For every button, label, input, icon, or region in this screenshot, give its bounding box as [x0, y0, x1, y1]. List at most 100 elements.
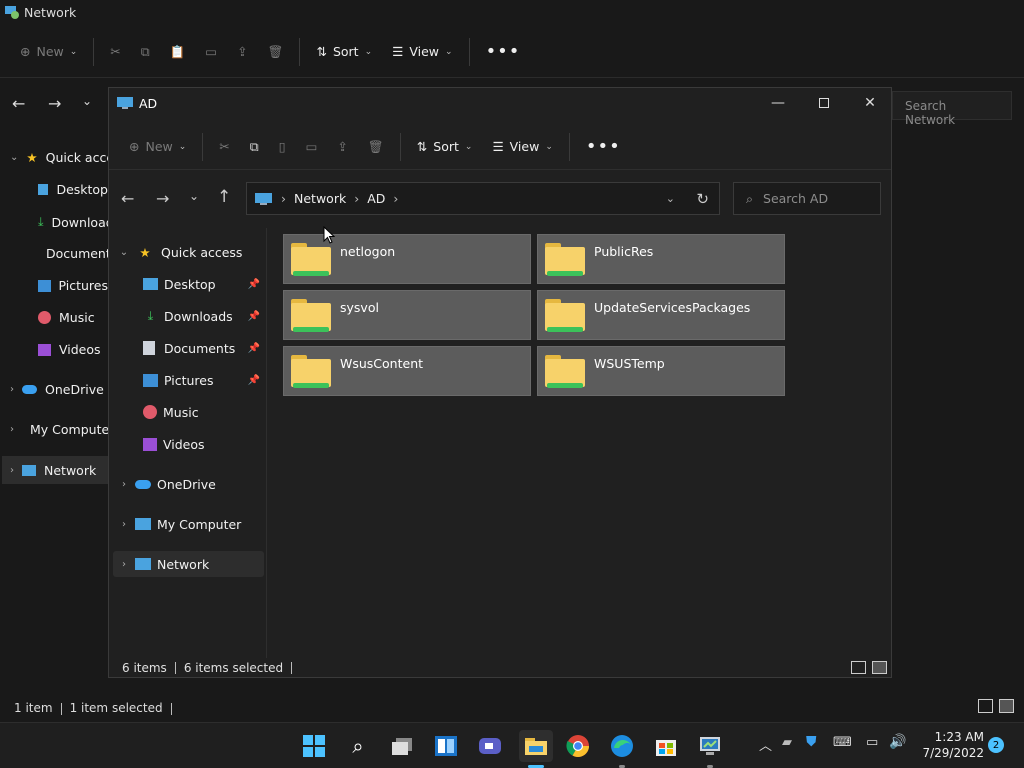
up-icon[interactable]: ↑	[217, 187, 231, 207]
search-icon[interactable]: ⌕	[343, 731, 373, 761]
bg-nav-videos[interactable]: Videos	[38, 342, 108, 357]
bg-nav-downloads[interactable]: ⤓ Downloads	[38, 214, 108, 230]
defender-shield-icon[interactable]: ⛊	[806, 734, 817, 750]
clock-date: 7/29/2022	[922, 746, 984, 760]
content-area: netlogon PublicRes sysvol UpdateServices…	[269, 228, 891, 658]
new-button[interactable]: ⊕ New ⌄	[119, 130, 196, 164]
nav-my-computer[interactable]: › My Computer	[113, 511, 264, 537]
more-options-button[interactable]: •••	[576, 130, 631, 164]
tiles-view-icon[interactable]	[872, 661, 887, 674]
view-button[interactable]: ☰ View ⌄	[482, 130, 562, 164]
recent-locations-icon[interactable]: ⌄	[189, 189, 199, 203]
bg-nav-onedrive[interactable]: › OneDrive	[10, 382, 108, 397]
delete-icon: 🗑	[367, 138, 384, 154]
close-button[interactable]: ✕	[847, 88, 891, 118]
nav-label: My Computer	[157, 516, 242, 532]
forward-icon[interactable]: →	[156, 189, 169, 208]
widgets-icon[interactable]	[431, 731, 461, 761]
show-hidden-icons-icon[interactable]: ︿	[759, 735, 772, 754]
bg-copy-button[interactable]: ⧉	[131, 35, 160, 69]
search-input[interactable]: ⌕ Search AD	[733, 182, 881, 215]
network-status-icon[interactable]: ▭	[866, 735, 878, 750]
bg-forward-icon[interactable]: →	[48, 94, 61, 113]
refresh-icon[interactable]: ↻	[696, 190, 709, 208]
address-dropdown-icon[interactable]: ⌄	[666, 192, 675, 205]
nav-desktop[interactable]: Desktop 📌	[113, 271, 264, 297]
volume-icon[interactable]: 🔊	[889, 734, 906, 750]
nav-music[interactable]: Music	[113, 399, 264, 425]
bg-rename-button[interactable]: ▭	[195, 35, 227, 69]
network-disconnected-icon[interactable]: ▰	[782, 735, 792, 750]
bg-nav-music[interactable]: Music	[38, 310, 108, 325]
notification-count: 2	[992, 739, 1000, 751]
computer-icon	[255, 192, 272, 205]
view-icon: ☰	[492, 139, 504, 154]
chevron-down-icon: ⌄	[545, 141, 553, 152]
bg-nav-desktop[interactable]: Desktop	[38, 182, 108, 197]
breadcrumb-network[interactable]: Network	[294, 191, 346, 206]
bg-cut-button[interactable]: ✂	[100, 35, 130, 69]
folder-tile[interactable]: PublicRes	[537, 234, 785, 284]
tiles-view-icon[interactable]	[999, 699, 1014, 713]
teams-chat-icon[interactable]	[475, 731, 505, 761]
folder-tile[interactable]: UpdateServicesPackages	[537, 290, 785, 340]
folder-tile[interactable]: sysvol	[283, 290, 531, 340]
bg-recent-icon[interactable]: ⌄	[82, 94, 92, 108]
bg-back-icon[interactable]: ←	[12, 94, 25, 113]
chrome-icon[interactable]	[563, 731, 593, 761]
file-explorer-icon[interactable]	[519, 730, 553, 762]
downloads-icon: ⤓	[147, 308, 154, 323]
nav-network[interactable]: › Network	[113, 551, 264, 577]
sort-button[interactable]: ⇅ Sort ⌄	[407, 130, 483, 164]
bg-more-button[interactable]: •••	[476, 35, 531, 69]
breadcrumb-ad[interactable]: AD	[367, 191, 385, 206]
bg-paste-button[interactable]: 📋	[160, 35, 196, 69]
bg-nav-my-computer[interactable]: › My Computer	[10, 422, 108, 437]
bg-search-input[interactable]: Search Network	[892, 91, 1012, 127]
bg-view-button[interactable]: ☰ View ⌄	[382, 35, 462, 69]
new-label: New	[145, 139, 173, 154]
rename-button[interactable]: ▭	[296, 130, 328, 164]
delete-button[interactable]: 🗑	[358, 130, 394, 164]
copy-button[interactable]: ⧉	[240, 130, 269, 164]
address-bar[interactable]: › Network › AD › ⌄ ↻	[246, 182, 720, 215]
nav-quick-access[interactable]: ⌄ ★ Quick access	[113, 239, 264, 265]
bg-nav-pictures[interactable]: Pictures	[38, 278, 108, 293]
bg-share-button[interactable]: ⇪	[227, 35, 257, 69]
server-manager-icon[interactable]	[695, 731, 725, 761]
pictures-icon	[143, 373, 158, 387]
cut-button[interactable]: ✂	[209, 130, 239, 164]
details-view-icon[interactable]	[851, 661, 866, 674]
star-icon: ★	[26, 150, 38, 165]
nav-onedrive[interactable]: › OneDrive	[113, 471, 264, 497]
nav-downloads[interactable]: ⤓ Downloads 📌	[113, 303, 264, 329]
folder-tile[interactable]: WSUSTemp	[537, 346, 785, 396]
minimize-icon: —	[771, 95, 785, 111]
breadcrumb-separator-icon: ›	[393, 191, 399, 206]
folder-tile[interactable]: netlogon	[283, 234, 531, 284]
paste-button[interactable]: ▯	[269, 130, 296, 164]
bg-new-button[interactable]: ⊕ New ⌄	[0, 35, 87, 69]
nav-documents[interactable]: Documents 📌	[113, 335, 264, 361]
folder-tile[interactable]: WsusContent	[283, 346, 531, 396]
edge-icon[interactable]	[607, 731, 637, 761]
share-button[interactable]: ⇪	[327, 130, 357, 164]
minimize-button[interactable]: —	[755, 88, 801, 118]
bg-nav-quick-access[interactable]: ⌄★Quick access	[10, 150, 108, 165]
details-view-icon[interactable]	[978, 699, 993, 713]
notification-badge[interactable]: 2	[988, 737, 1004, 753]
start-icon[interactable]	[299, 731, 329, 761]
bg-sort-button[interactable]: ⇅ Sort ⌄	[306, 35, 382, 69]
keyboard-icon[interactable]: ⌨	[833, 735, 852, 750]
bg-nav-network[interactable]: › Network	[2, 456, 108, 484]
maximize-button[interactable]	[801, 88, 847, 118]
nav-pictures[interactable]: Pictures 📌	[113, 367, 264, 393]
music-icon	[38, 311, 51, 324]
nav-videos[interactable]: Videos	[113, 431, 264, 457]
task-view-icon[interactable]	[387, 731, 417, 761]
bg-delete-button[interactable]: 🗑	[258, 35, 294, 69]
store-icon[interactable]	[651, 731, 681, 761]
bg-nav-documents[interactable]: Documents	[38, 246, 108, 261]
back-icon[interactable]: ←	[121, 189, 134, 208]
clock[interactable]: 1:23 AM 7/29/2022	[912, 729, 984, 761]
